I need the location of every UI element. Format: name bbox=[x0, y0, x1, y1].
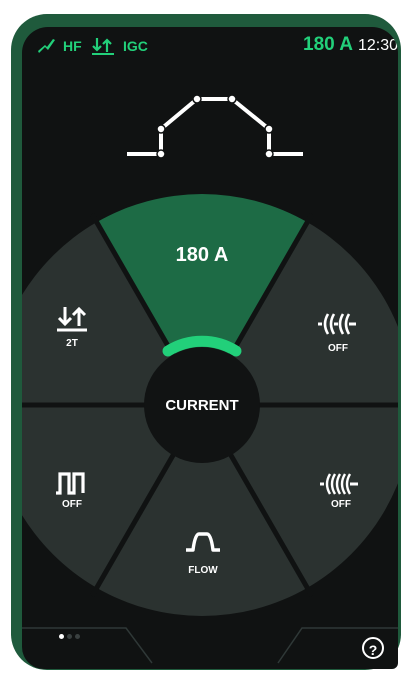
bottom-right-state: OFF bbox=[331, 499, 351, 510]
flow-label: FLOW bbox=[188, 565, 218, 576]
trigger-mode-label: 2T bbox=[66, 338, 78, 349]
arc-wave-dense-icon bbox=[320, 472, 360, 501]
page-indicator[interactable] bbox=[59, 626, 83, 644]
segment-current-value: 180 A bbox=[175, 244, 229, 266]
bottom-bar: ? bbox=[22, 623, 398, 669]
page-dot bbox=[67, 634, 72, 639]
screen: HF IGC 180 A 12:30 180 A CURRENT 2T OFF … bbox=[22, 27, 398, 669]
pulse-icon bbox=[55, 471, 87, 500]
top-right-state: OFF bbox=[328, 343, 348, 354]
center-label: CURRENT bbox=[165, 397, 239, 414]
gas-flow-icon bbox=[185, 530, 221, 557]
pulse-state: OFF bbox=[62, 499, 82, 510]
help-icon[interactable]: ? bbox=[362, 637, 384, 659]
page-dot-active bbox=[59, 634, 64, 639]
page-dot bbox=[75, 634, 80, 639]
trigger-mode-icon bbox=[57, 304, 87, 337]
arc-wave-icon bbox=[318, 312, 358, 341]
